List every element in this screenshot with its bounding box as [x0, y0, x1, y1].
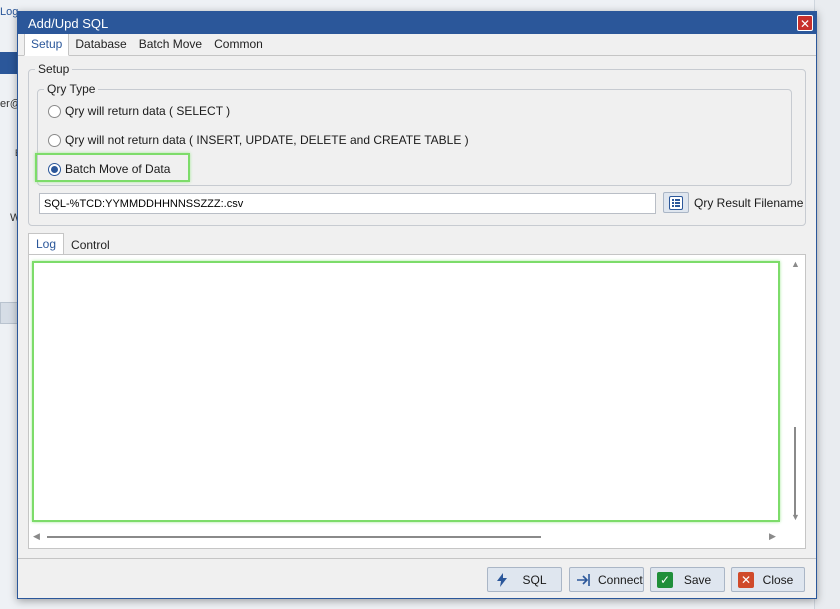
vertical-scrollbar[interactable]: ▲ ▼ [788, 259, 802, 524]
dialog-title: Add/Upd SQL [28, 15, 109, 31]
setup-group: Setup Qry Type Qry will return data ( SE… [28, 62, 806, 226]
close-icon: ✕ [738, 571, 754, 588]
background-button [0, 302, 18, 324]
checkmark-icon: ✓ [657, 571, 673, 588]
qry-result-filename-label: Qry Result Filename [694, 196, 804, 210]
radio-batch-move-option[interactable]: Batch Move of Data [48, 162, 170, 176]
connect-button[interactable]: Connect [569, 567, 644, 592]
background-right-panel [814, 0, 840, 609]
hscroll-thumb[interactable] [47, 536, 541, 538]
close-icon[interactable]: ✕ [797, 15, 813, 31]
background-log-link: Log [0, 6, 19, 18]
horizontal-scrollbar[interactable]: ◀ ▶ [33, 530, 781, 544]
scroll-thumb[interactable] [794, 427, 796, 515]
scroll-left-icon[interactable]: ◀ [33, 531, 40, 542]
dialog-titlebar: Add/Upd SQL ✕ [18, 12, 816, 34]
radio-button-checked[interactable] [48, 162, 61, 176]
save-button[interactable]: ✓ Save [650, 567, 725, 592]
dialog-footer: SQL Connect ✓ Save ✕ Close [18, 558, 816, 598]
log-tab-bar: Log Control [28, 233, 117, 256]
tab-database[interactable]: Database [69, 34, 132, 55]
log-panel: ▲ ▼ ◀ ▶ [28, 254, 806, 549]
radio-no-data-option[interactable]: Qry will not return data ( INSERT, UPDAT… [48, 133, 469, 147]
radio-button[interactable] [48, 133, 61, 147]
lightning-icon [494, 572, 510, 588]
tab-common[interactable]: Common [208, 34, 269, 55]
radio-no-data-label: Qry will not return data ( INSERT, UPDAT… [65, 133, 469, 147]
top-tab-bar: Setup Database Batch Move Common [18, 33, 816, 56]
scroll-up-icon[interactable]: ▲ [791, 259, 800, 269]
tab-log[interactable]: Log [28, 233, 65, 256]
radio-batch-move-label: Batch Move of Data [65, 162, 171, 176]
add-upd-sql-dialog: Add/Upd SQL ✕ Setup Database Batch Move … [17, 11, 817, 599]
qry-result-filename-input[interactable] [39, 193, 656, 214]
connect-icon [576, 572, 592, 588]
close-button[interactable]: ✕ Close [731, 567, 805, 592]
tab-setup[interactable]: Setup [24, 33, 70, 56]
qry-type-group: Qry Type Qry will return data ( SELECT )… [35, 82, 792, 186]
radio-select-option[interactable]: Qry will return data ( SELECT ) [48, 104, 230, 118]
setup-group-caption: Setup [35, 62, 73, 76]
radio-button[interactable] [48, 104, 61, 118]
scroll-down-icon[interactable]: ▼ [791, 512, 800, 522]
setup-panel: Setup Qry Type Qry will return data ( SE… [22, 58, 812, 558]
radio-select-label: Qry will return data ( SELECT ) [65, 104, 231, 118]
log-memo[interactable] [32, 261, 780, 522]
scroll-right-icon[interactable]: ▶ [769, 531, 776, 542]
qry-type-caption: Qry Type [44, 82, 99, 96]
filename-picker-button[interactable] [663, 192, 689, 213]
list-icon [669, 195, 683, 210]
tab-control[interactable]: Control [64, 235, 117, 256]
tab-batch-move[interactable]: Batch Move [133, 34, 208, 55]
sql-button[interactable]: SQL [487, 567, 562, 592]
